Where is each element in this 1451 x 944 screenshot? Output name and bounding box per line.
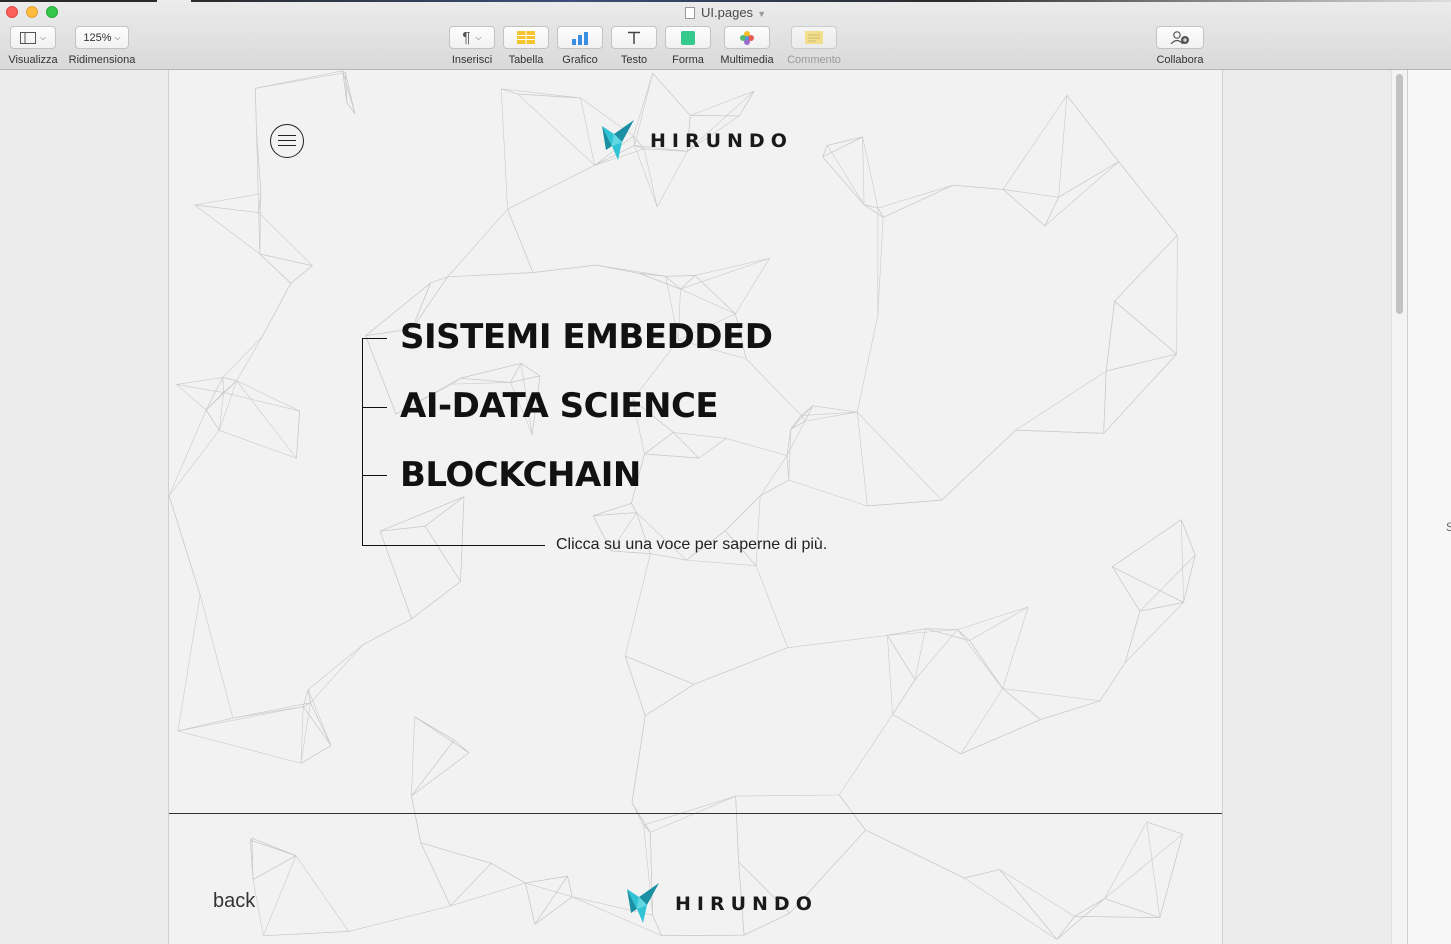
text-icon xyxy=(628,31,640,44)
media-label: Multimedia xyxy=(720,54,774,66)
zoom-value: 125% xyxy=(83,31,112,44)
table-icon xyxy=(517,31,535,44)
swallow-logo-icon xyxy=(602,120,634,160)
bar-chart-icon xyxy=(572,31,588,45)
insert-label: Inserisci xyxy=(451,54,493,66)
brand-wordmark: HIRUNDO xyxy=(650,130,793,152)
text-tool[interactable]: Testo xyxy=(610,26,658,66)
format-side-panel: S xyxy=(1407,70,1451,944)
menu-bracket-line xyxy=(362,338,363,546)
pilcrow-icon: ¶ xyxy=(462,29,471,46)
hirundo-logo[interactable]: HIRUNDO xyxy=(625,883,818,925)
comment-tool: Commento xyxy=(784,26,844,66)
page-divider xyxy=(169,813,1222,814)
chart-button[interactable] xyxy=(557,26,603,49)
chevron-down-icon: ⌵ xyxy=(39,32,47,42)
insert-button[interactable]: ¶ ⌵ xyxy=(449,26,495,49)
media-button[interactable] xyxy=(724,26,770,49)
collaborate-label: Collabora xyxy=(1156,54,1204,66)
zoom-label: Ridimensiona xyxy=(68,54,136,66)
document-title-text: UI.pages xyxy=(701,5,754,20)
view-label: Visualizza xyxy=(8,54,58,66)
view-button[interactable]: ⌵ xyxy=(10,26,56,49)
document-page: HIRUNDO SISTEMI EMBEDDED AI-DATA SCIENCE… xyxy=(168,70,1223,944)
shape-icon xyxy=(681,30,695,45)
chevron-down-icon: ▼ xyxy=(757,9,766,19)
sidebar-view-icon xyxy=(19,31,36,44)
comment-icon xyxy=(805,31,823,44)
comment-button xyxy=(791,26,837,49)
vertical-scrollbar[interactable] xyxy=(1391,70,1407,944)
table-label: Tabella xyxy=(508,54,544,66)
comment-label: Commento xyxy=(787,54,841,66)
chevron-down-icon: ⌵ xyxy=(475,32,482,42)
shape-button[interactable] xyxy=(665,26,711,49)
menu-item-blockchain[interactable]: BLOCKCHAIN xyxy=(400,455,641,495)
document-title[interactable]: UI.pages ▼ xyxy=(0,5,1451,20)
back-link[interactable]: back xyxy=(213,890,255,913)
media-tool[interactable]: Multimedia xyxy=(716,26,778,66)
add-person-icon xyxy=(1170,30,1189,44)
shape-label: Forma xyxy=(672,54,704,66)
chart-label: Grafico xyxy=(562,54,598,66)
pages-document-icon xyxy=(685,7,696,19)
menu-item-sistemi-embedded[interactable]: SISTEMI EMBEDDED xyxy=(400,317,773,357)
menu-bar-stripe xyxy=(191,0,1451,2)
hint-text: Clicca su una voce per saperne di più. xyxy=(556,536,828,553)
collaborate-tool[interactable]: Collabora xyxy=(1151,26,1209,66)
hamburger-menu-icon[interactable] xyxy=(270,124,304,158)
menu-item-ai-data-science[interactable]: AI-DATA SCIENCE xyxy=(400,386,719,426)
collaborate-button[interactable] xyxy=(1156,26,1204,49)
chevron-down-icon: ⌵ xyxy=(114,32,121,42)
table-button[interactable] xyxy=(503,26,549,49)
document-canvas: HIRUNDO SISTEMI EMBEDDED AI-DATA SCIENCE… xyxy=(0,70,1407,944)
side-panel-edge-text: S xyxy=(1446,520,1451,534)
bracket-tick xyxy=(362,407,387,408)
zoom-select[interactable]: 125% ⌵ xyxy=(75,26,129,49)
table-tool[interactable]: Tabella xyxy=(502,26,550,66)
zoom-tool[interactable]: 125% ⌵ Ridimensiona xyxy=(66,26,138,66)
text-label: Testo xyxy=(620,54,648,66)
shape-tool[interactable]: Forma xyxy=(664,26,712,66)
menu-bar-stripe xyxy=(0,0,157,2)
scrollbar-thumb[interactable] xyxy=(1396,74,1403,314)
text-button[interactable] xyxy=(611,26,657,49)
photos-icon xyxy=(740,30,754,45)
chart-tool[interactable]: Grafico xyxy=(556,26,604,66)
swallow-logo-icon xyxy=(627,883,659,923)
brand-wordmark: HIRUNDO xyxy=(675,893,818,915)
bracket-tick xyxy=(362,475,387,476)
bracket-tick xyxy=(362,338,387,339)
view-tool[interactable]: ⌵ Visualizza xyxy=(6,26,60,66)
bracket-tick xyxy=(362,545,545,546)
window-toolbar: UI.pages ▼ ⌵ Visualizza 125% ⌵ Ridimensio… xyxy=(0,0,1451,70)
hirundo-logo[interactable]: HIRUNDO xyxy=(600,120,793,162)
insert-tool[interactable]: ¶ ⌵ Inserisci xyxy=(447,26,497,66)
